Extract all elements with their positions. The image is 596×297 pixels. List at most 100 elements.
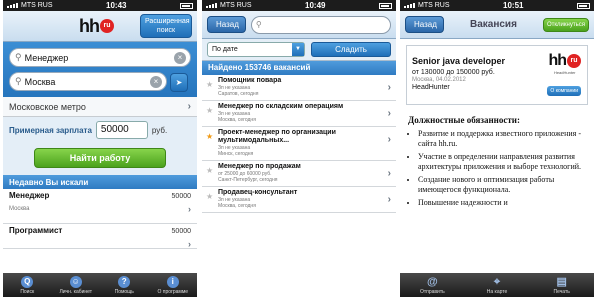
search-form: ⚲ Менеджер × ⚲ Москва × ➤ xyxy=(3,42,197,97)
signal-icon xyxy=(7,3,18,8)
chevron-right-icon: › xyxy=(387,194,391,205)
vacancy-row[interactable]: ★ Менеджер по продажам от 25000 до 60000… xyxy=(202,161,396,187)
duty-item: Повышение надежности и xyxy=(418,198,586,208)
vacancy-row[interactable]: ★ Продавец-консультант Зп не указана Мос… xyxy=(202,187,396,213)
chevron-down-icon: ▼ xyxy=(292,43,304,56)
recent-salary: 50000 xyxy=(171,228,191,235)
search-icon: ⚲ xyxy=(255,20,262,29)
respond-button[interactable]: Откликнуться xyxy=(542,17,589,32)
vacancy-title: Помощник повара xyxy=(218,77,282,84)
carrier: MTS RUS xyxy=(220,2,252,9)
screen-vacancy: MTS RUS 10:51 Назад Вакансия Откликнутьс… xyxy=(400,0,594,297)
page-title: Вакансия xyxy=(469,19,517,30)
vacancy-meta: Москва, сегодня xyxy=(218,203,256,209)
recent-city: Москва xyxy=(9,206,30,212)
star-icon[interactable]: ★ xyxy=(206,192,213,201)
location-arrow-icon[interactable]: ➤ xyxy=(170,73,188,92)
star-icon[interactable]: ★ xyxy=(206,106,213,115)
battery-icon xyxy=(180,2,193,9)
clear-query-icon[interactable]: × xyxy=(174,52,186,64)
chevron-right-icon: › xyxy=(387,134,391,145)
map-icon: ⌖ xyxy=(493,275,501,288)
print-icon: ▤ xyxy=(556,275,567,288)
city-field[interactable]: ⚲ Москва × ➤ xyxy=(9,72,188,92)
clock: 10:43 xyxy=(106,1,127,10)
vacancy-title: Менеджер по продажам xyxy=(218,163,301,170)
screen-search: MTS RUS 10:43 hh ru Расширенная поиск ⚲ М… xyxy=(3,0,197,297)
back-button[interactable]: Назад xyxy=(207,16,246,33)
back-button[interactable]: Назад xyxy=(405,16,444,33)
recent-header: Недавно Вы искали xyxy=(3,175,197,189)
chevron-right-icon: › xyxy=(387,82,391,93)
tab-info[interactable]: iО программе xyxy=(149,273,198,297)
tab-bar: Q Поиск ☺ Личн. кабинет? Помощь i О программе xyxy=(3,273,197,297)
search-icon: Q xyxy=(21,275,34,288)
carrier: MTS RUS xyxy=(21,2,53,9)
query-field[interactable]: ⚲ Менеджер × xyxy=(9,48,191,67)
clock: 10:51 xyxy=(503,1,524,10)
duty-item: Участие в определении направления развит… xyxy=(418,152,586,172)
chevron-right-icon: › xyxy=(187,101,191,112)
recent-title: Менеджер xyxy=(9,191,50,200)
signal-icon xyxy=(206,3,217,8)
vacancy-meta: Саратов, сегодня xyxy=(218,91,259,97)
star-icon[interactable]: ★ xyxy=(206,166,213,175)
vacancy-meta: Москва, сегодня xyxy=(218,117,256,123)
clear-city-icon[interactable]: × xyxy=(150,76,162,88)
salary-input[interactable]: 50000 xyxy=(95,121,148,139)
person-icon: ☺ xyxy=(69,275,82,288)
about-company-button[interactable]: О компании xyxy=(547,86,581,96)
job-location: Москва, 04.02.2012 xyxy=(412,77,466,83)
battery-icon xyxy=(379,2,392,9)
duty-item: Развитие и поддержка известного приложен… xyxy=(418,129,586,149)
help-icon: ? xyxy=(118,275,131,288)
clock: 10:49 xyxy=(305,1,326,10)
recent-search-item[interactable]: Менеджер Москва 50000 › xyxy=(3,189,197,224)
advanced-search-button[interactable]: Расширенная поиск xyxy=(140,14,192,38)
tab-print[interactable]: ▤ Печать xyxy=(529,273,594,297)
vacancy-header: Назад Вакансия Откликнуться xyxy=(400,11,594,39)
carrier: MTS RUS xyxy=(418,2,450,9)
vacancy-title: Продавец-консультант xyxy=(218,189,298,196)
tab-mail[interactable]: @ Отправить xyxy=(400,273,465,297)
chevron-right-icon: › xyxy=(387,168,391,179)
vacancy-row[interactable]: ★ Помощник повара Зп не указана Саратов,… xyxy=(202,75,396,101)
chevron-right-icon: › xyxy=(188,204,191,214)
query-value: Менеджер xyxy=(24,52,69,63)
metro-row[interactable]: Московское метро › xyxy=(3,97,197,117)
duties-header: Должностные обязанности: xyxy=(408,115,520,125)
status-bar: MTS RUS 10:49 xyxy=(202,0,396,11)
found-count: Найдено 153746 вакансий xyxy=(202,61,396,75)
star-icon[interactable]: ★ xyxy=(206,132,213,141)
find-button[interactable]: Сладить xyxy=(311,42,391,57)
vacancy-title: Менеджер по складским операциям xyxy=(218,103,344,110)
tab-bar: @ Отправить ⌖ На карте ▤ Печать xyxy=(400,273,594,297)
tab-map[interactable]: ⌖ На карте xyxy=(465,273,530,297)
company-logo: hh ru HeadHunter xyxy=(548,52,581,75)
vacancy-title: Проект-менеджер по организации мультимод… xyxy=(218,129,336,144)
vacancy-row[interactable]: ★ Проект-менеджер по организации мультим… xyxy=(202,127,396,161)
city-value: Москва xyxy=(24,76,56,87)
vacancy-meta: Санкт-Петербург, сегодня xyxy=(218,177,278,183)
status-bar: MTS RUS 10:51 xyxy=(400,0,594,11)
search-input[interactable]: ⚲ xyxy=(250,15,391,34)
chevron-right-icon: › xyxy=(387,108,391,119)
tab-help[interactable]: ? Помощь xyxy=(100,273,149,297)
star-icon[interactable]: ★ xyxy=(206,80,213,89)
status-bar: MTS RUS 10:43 xyxy=(3,0,197,11)
chevron-right-icon: › xyxy=(188,239,191,249)
mail-icon: @ xyxy=(426,275,438,288)
tab-person[interactable]: ☺ Личн. кабинет xyxy=(52,273,101,297)
signal-icon xyxy=(404,3,415,8)
battery-icon xyxy=(577,2,590,9)
recent-search-item[interactable]: Программист 50000 › xyxy=(3,224,197,249)
search-icon: ⚲ xyxy=(15,76,22,86)
duties-section: Должностные обязанности: Развитие и подд… xyxy=(400,111,594,213)
find-job-button[interactable]: Найти работу xyxy=(34,148,166,168)
tab-search[interactable]: Q Поиск xyxy=(3,273,52,297)
recent-salary: 50000 xyxy=(171,193,191,200)
vacancy-row[interactable]: ★ Менеджер по складским операциям Зп не … xyxy=(202,101,396,127)
hh-logo: hh ru xyxy=(79,16,114,37)
screen-results: MTS RUS 10:49 Назад ⚲ По дате ▼ Сладить Н… xyxy=(202,0,396,297)
sort-select[interactable]: По дате ▼ xyxy=(207,42,305,57)
